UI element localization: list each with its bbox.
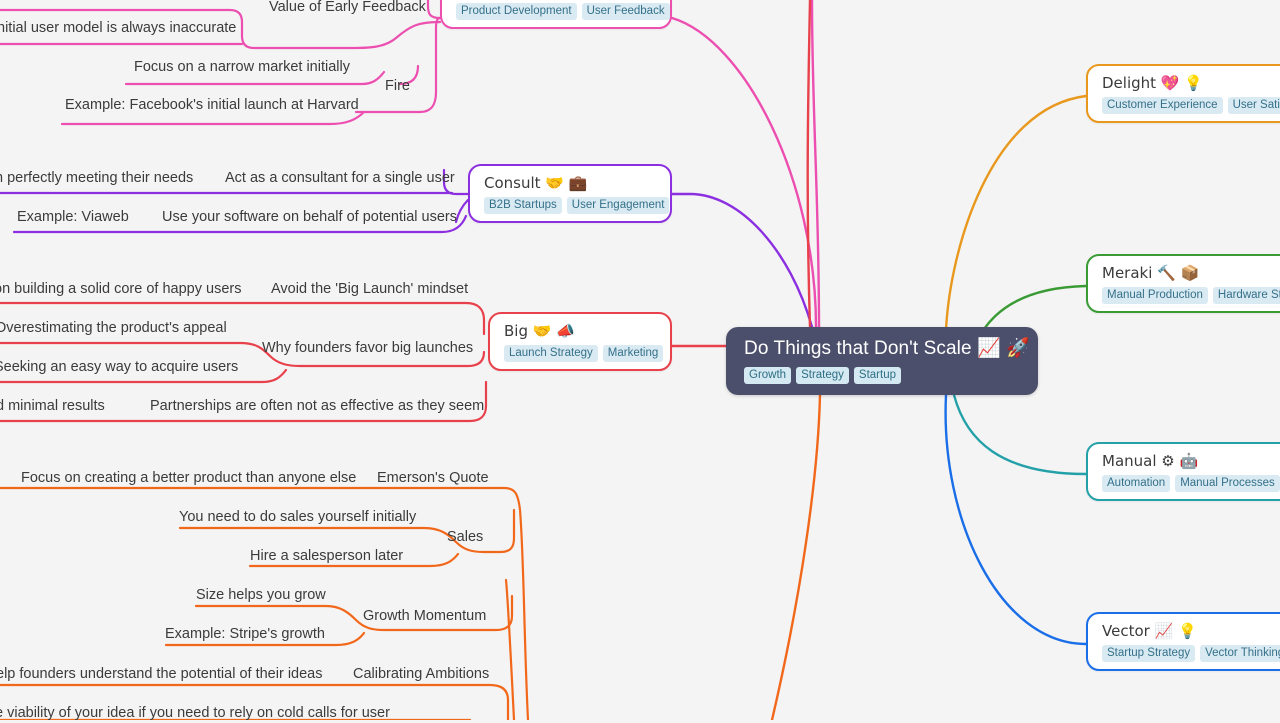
- leaf-perfectly-meeting[interactable]: n perfectly meeting their needs: [0, 169, 193, 188]
- leaf-easy-way[interactable]: Seeking an easy way to acquire users: [0, 358, 238, 377]
- leaf-early-feedback[interactable]: Value of Early Feedback: [269, 0, 426, 17]
- leaf-why-founders[interactable]: Why founders favor big launches: [262, 339, 473, 358]
- node-big-tag-2: Marketing: [602, 345, 664, 362]
- root-tag-startup: Startup: [853, 367, 901, 384]
- link-pink-sub2: [426, 0, 442, 20]
- leaf-help-founders[interactable]: elp founders understand the potential of…: [0, 665, 322, 684]
- link-pink-sub1: [354, 16, 442, 114]
- leaf-calibrating[interactable]: Calibrating Ambitions: [353, 665, 489, 684]
- root-tag-list: Growth Strategy Startup: [744, 367, 1020, 384]
- node-meraki-tag-2: Hardware Start: [1212, 287, 1280, 304]
- leaf-partnerships[interactable]: Partnerships are often not as effective …: [150, 397, 484, 416]
- root-node[interactable]: Do Things that Don't Scale 📈 🚀 Growth St…: [726, 327, 1038, 395]
- link-manual: [952, 393, 1088, 476]
- node-vector[interactable]: Vector 📈 💡 Startup Strategy Vector Think…: [1086, 612, 1280, 671]
- node-vector-tag-1: Startup Strategy: [1102, 645, 1196, 662]
- leaf-cold-calls[interactable]: e viability of your idea if you need to …: [0, 704, 390, 723]
- leaf-fire[interactable]: Fire: [385, 77, 410, 96]
- node-manual-title: Manual ⚙ 🤖: [1102, 452, 1199, 470]
- link-purple-conn: [454, 198, 470, 224]
- node-consult[interactable]: Consult 🤝 💼 B2B Startups User Engagement: [468, 164, 672, 223]
- link-red-trunk-up: [806, 0, 812, 329]
- leaf-hire-salesperson[interactable]: Hire a salesperson later: [250, 547, 403, 566]
- leaf-better-product[interactable]: Focus on creating a better product than …: [21, 469, 356, 488]
- leaf-sales[interactable]: Sales: [447, 528, 483, 547]
- link-orange-trunk: [770, 393, 822, 720]
- node-meraki[interactable]: Meraki 🔨 📦 Manual Production Hardware St…: [1086, 254, 1280, 313]
- root-tag-strategy: Strategy: [796, 367, 849, 384]
- link-vector: [944, 393, 1088, 646]
- link-pink-to-node: [670, 16, 818, 329]
- node-talk-tag-1: Product Development: [456, 3, 577, 20]
- node-manual-tag-1: Automation: [1102, 475, 1171, 492]
- node-talk[interactable]: Product Development User Feedback: [440, 0, 672, 29]
- leaf-user-model[interactable]: nitial user model is always inaccurate: [0, 19, 236, 38]
- node-meraki-tag-1: Manual Production: [1102, 287, 1208, 304]
- leaf-size-helps[interactable]: Size helps you grow: [196, 586, 326, 605]
- node-meraki-tag-list: Manual Production Hardware Start: [1102, 287, 1280, 304]
- link-pink-trunk: [810, 0, 821, 329]
- mindmap-canvas[interactable]: Do Things that Don't Scale 📈 🚀 Growth St…: [0, 0, 1280, 723]
- node-manual-tag-list: Automation Manual Processes: [1102, 475, 1280, 492]
- leaf-minimal-results[interactable]: d minimal results: [0, 397, 105, 416]
- leaf-sales-yourself[interactable]: You need to do sales yourself initially: [179, 508, 416, 527]
- root-title: Do Things that Don't Scale 📈 🚀: [744, 338, 1030, 359]
- leaf-viaweb[interactable]: Example: Viaweb: [17, 208, 129, 227]
- node-manual-tag-2: Manual Processes: [1175, 475, 1280, 492]
- node-delight[interactable]: Delight 💖 💡 Customer Experience User Sat…: [1086, 64, 1280, 123]
- root-tag-growth: Growth: [744, 367, 792, 384]
- node-consult-tag-1: B2B Startups: [484, 197, 562, 214]
- link-orange-spine-b: [504, 578, 516, 720]
- node-meraki-title: Meraki 🔨 📦: [1102, 264, 1200, 282]
- node-delight-tag-2: User Satisfac: [1227, 97, 1280, 114]
- leaf-consultant-single[interactable]: Act as a consultant for a single user: [225, 169, 455, 188]
- leaf-avoid-big-launch[interactable]: Avoid the 'Big Launch' mindset: [271, 280, 468, 299]
- leaf-narrow-market[interactable]: Focus on a narrow market initially: [134, 58, 350, 77]
- node-delight-title: Delight 💖 💡: [1102, 74, 1203, 92]
- node-vector-tag-list: Startup Strategy Vector Thinking: [1102, 645, 1280, 662]
- link-delight: [944, 94, 1088, 332]
- node-talk-tag-list: Product Development User Feedback: [456, 3, 670, 20]
- node-delight-tag-1: Customer Experience: [1102, 97, 1223, 114]
- node-talk-tag-2: User Feedback: [581, 3, 670, 20]
- node-consult-title: Consult 🤝 💼: [484, 174, 588, 192]
- leaf-use-software[interactable]: Use your software on behalf of potential…: [162, 208, 457, 227]
- leaf-emersons-quote[interactable]: Emerson's Quote: [377, 469, 489, 488]
- node-big[interactable]: Big 🤝 📣 Launch Strategy Marketing: [488, 312, 672, 371]
- node-consult-tag-2: User Engagement: [566, 197, 670, 214]
- node-delight-tag-list: Customer Experience User Satisfac: [1102, 97, 1280, 114]
- node-big-tag-list: Launch Strategy Marketing: [504, 345, 664, 362]
- node-big-tag-1: Launch Strategy: [504, 345, 598, 362]
- leaf-stripe[interactable]: Example: Stripe's growth: [165, 625, 325, 644]
- node-big-title: Big 🤝 📣: [504, 322, 575, 340]
- leaf-solid-core[interactable]: on building a solid core of happy users: [0, 280, 241, 299]
- node-vector-title: Vector 📈 💡: [1102, 622, 1197, 640]
- node-vector-tag-2: Vector Thinking: [1200, 645, 1280, 662]
- node-consult-tag-list: B2B Startups User Engagement: [484, 197, 670, 214]
- leaf-overestimating[interactable]: Overestimating the product's appeal: [0, 319, 227, 338]
- leaf-facebook[interactable]: Example: Facebook's initial launch at Ha…: [65, 96, 359, 115]
- node-manual[interactable]: Manual ⚙ 🤖 Automation Manual Processes: [1086, 442, 1280, 501]
- leaf-growth-momentum[interactable]: Growth Momentum: [363, 607, 486, 626]
- link-purple-to-root: [670, 192, 814, 329]
